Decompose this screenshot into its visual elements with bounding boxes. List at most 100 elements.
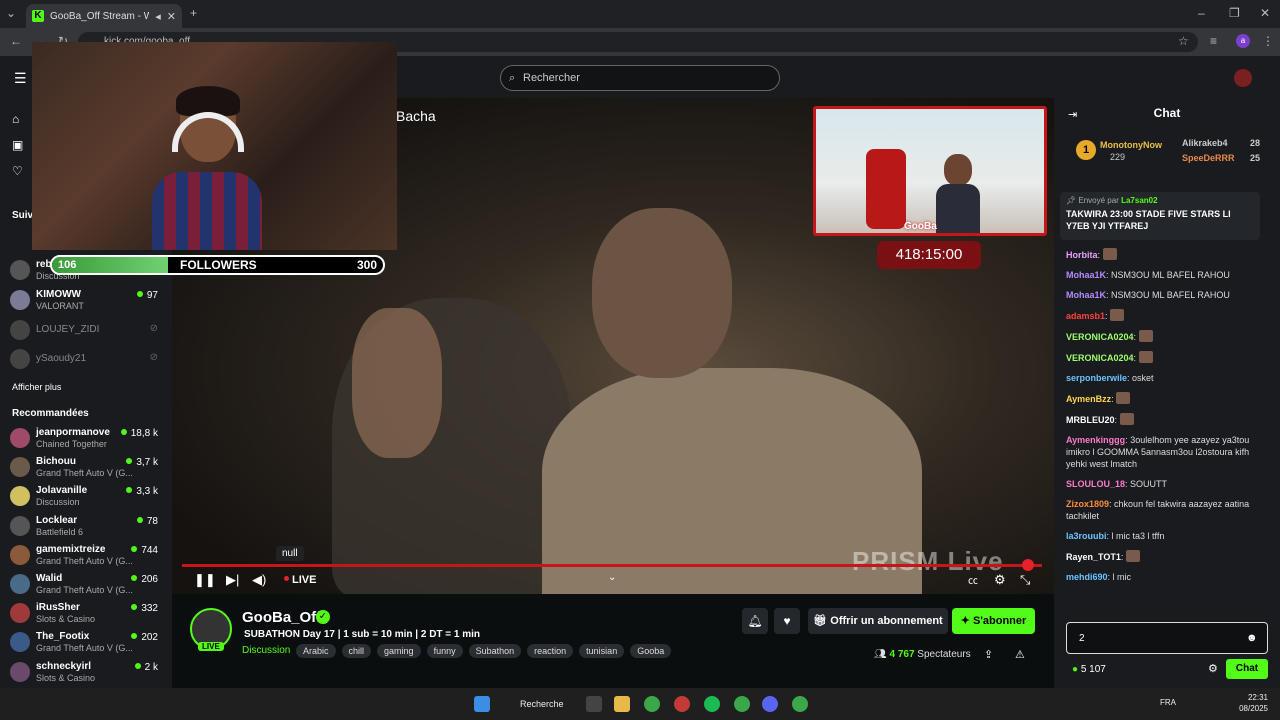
- sidebar-recommended-item[interactable]: The_Footix Grand Theft Auto V (G... 202: [10, 628, 162, 656]
- chat-username[interactable]: Aymenkinggg: [1066, 435, 1125, 445]
- live-indicator[interactable]: LIVE: [284, 574, 316, 586]
- stream-tag[interactable]: reaction: [527, 644, 574, 658]
- taskbar-search[interactable]: Recherche: [504, 694, 574, 714]
- tab-mute-icon[interactable]: ◂: [155, 10, 161, 23]
- volume-icon[interactable]: ◀): [252, 572, 266, 588]
- hamburger-menu-icon[interactable]: ☰: [14, 70, 27, 87]
- progress-handle[interactable]: [1022, 559, 1034, 571]
- chat-settings-gear-icon[interactable]: ⚙: [1208, 662, 1218, 675]
- live-progress-bar[interactable]: [182, 559, 1042, 571]
- notification-bell-icon[interactable]: 🔔︎: [742, 608, 768, 634]
- sidebar-recommended-item[interactable]: gamemixtreize Grand Theft Auto V (G... 744: [10, 541, 162, 569]
- report-warning-icon[interactable]: ⚠: [1015, 648, 1025, 661]
- search-input[interactable]: ⌕ Rechercher: [500, 65, 780, 91]
- sidebar-recommended-item[interactable]: jeanpormanove Chained Together 18,8 k: [10, 424, 162, 452]
- gift-sub-button[interactable]: 🎁︎ Offrir un abonnement: [808, 608, 948, 634]
- home-icon[interactable]: ⌂: [12, 112, 19, 126]
- stream-tag[interactable]: funny: [426, 644, 463, 658]
- channel-name[interactable]: GooBa_Off: [242, 609, 321, 626]
- sidebar-recommended-item[interactable]: Bichouu Grand Theft Auto V (G... 3,7 k: [10, 453, 162, 481]
- chat-username[interactable]: VERONICA0204: [1066, 353, 1134, 363]
- skip-next-icon[interactable]: ▶|: [226, 572, 239, 588]
- browse-icon[interactable]: ▣: [12, 138, 23, 152]
- follow-heart-icon[interactable]: ♥: [774, 608, 800, 634]
- task-view-icon[interactable]: [586, 696, 602, 712]
- pinned-message[interactable]: 📌︎ Envoyé par La7san02 TAKWIRA 23:00 STA…: [1060, 192, 1260, 240]
- window-close-icon[interactable]: ✕: [1260, 6, 1270, 20]
- gaming-chair: [866, 149, 906, 229]
- chat-username[interactable]: la3rouubi: [1066, 531, 1107, 541]
- chat-send-button[interactable]: Chat: [1226, 659, 1268, 679]
- chat-username[interactable]: Mohaa1K: [1066, 270, 1106, 280]
- channel-category: Grand Theft Auto V (G...: [36, 585, 133, 595]
- minimize-icon[interactable]: –: [1198, 6, 1205, 20]
- chat-username[interactable]: Rayen_TOT1: [1066, 552, 1121, 562]
- sidebar-recommended-item[interactable]: Locklear Battlefield 6 78: [10, 512, 162, 540]
- chat-input[interactable]: 2: [1066, 622, 1268, 654]
- chat-username[interactable]: serponberwile: [1066, 373, 1127, 383]
- taskbar-clock[interactable]: 22:31 08/2025: [1239, 692, 1268, 714]
- stream-tag[interactable]: chill: [341, 644, 372, 658]
- browser-tab[interactable]: K GooBa_Off Stream - Watch ◂ ✕: [26, 4, 182, 28]
- chat-username[interactable]: Zizox1809: [1066, 499, 1109, 509]
- emoji-picker-icon[interactable]: ☻: [1246, 632, 1258, 644]
- show-more-link[interactable]: Afficher plus: [12, 382, 61, 392]
- stream-tag[interactable]: Arabic: [296, 644, 336, 658]
- fullscreen-exit-icon[interactable]: ⤡: [1020, 572, 1030, 588]
- chevron-down-icon[interactable]: ⌄: [608, 572, 616, 583]
- user-avatar[interactable]: [1234, 69, 1252, 87]
- stream-tag[interactable]: gaming: [377, 644, 421, 658]
- captions-icon[interactable]: ㏄: [968, 572, 978, 587]
- stream-tag[interactable]: tunisian: [579, 644, 625, 658]
- avatar: [10, 544, 30, 565]
- bookmark-star-icon[interactable]: ☆: [1178, 34, 1189, 48]
- chrome-icon[interactable]: [734, 696, 750, 712]
- chat-username[interactable]: Horbita: [1066, 250, 1098, 260]
- chat-username[interactable]: AymenBzz: [1066, 394, 1111, 404]
- sidebar-item-ysaoudy[interactable]: ySaoudy21 ⊘: [10, 345, 162, 373]
- sidebar-recommended-item[interactable]: Jolavanille Discussion 3,3 k: [10, 482, 162, 510]
- leader-name[interactable]: Alikrakeb4: [1182, 138, 1228, 148]
- sidebar-item-kimoww[interactable]: KIMOWW VALORANT 97: [10, 286, 162, 314]
- prism-watermark: PRISM Live: [852, 546, 1004, 576]
- chat-username[interactable]: VERONICA0204: [1066, 332, 1134, 342]
- sidebar-recommended-item[interactable]: schneckyirl Slots & Casino 2 k: [10, 658, 162, 686]
- leader-name[interactable]: MonotonyNow: [1100, 140, 1162, 150]
- video-overlay-title: Bacha: [396, 108, 436, 124]
- chat-username[interactable]: Mohaa1K: [1066, 290, 1106, 300]
- discord-icon[interactable]: [762, 696, 778, 712]
- chat-username[interactable]: adamsb1: [1066, 311, 1105, 321]
- chat-username[interactable]: SLOULOU_18: [1066, 479, 1125, 489]
- profile-avatar[interactable]: a: [1236, 34, 1250, 48]
- chrome-icon[interactable]: [792, 696, 808, 712]
- settings-gear-icon[interactable]: ⚙: [994, 572, 1006, 588]
- app-icon[interactable]: [674, 696, 690, 712]
- browser-menu-icon[interactable]: ⋮: [1262, 34, 1274, 48]
- windows-start-icon[interactable]: [474, 696, 490, 712]
- maximize-icon[interactable]: ❐: [1229, 6, 1240, 20]
- chat-username[interactable]: MRBLEU20: [1066, 415, 1115, 425]
- pause-icon[interactable]: ❚❚: [194, 572, 216, 588]
- viewer-count: 332: [131, 603, 158, 614]
- tab-close-icon[interactable]: ✕: [167, 10, 176, 23]
- new-tab-icon[interactable]: +: [190, 6, 197, 20]
- stream-tag[interactable]: Subathon: [468, 644, 522, 658]
- stream-tag[interactable]: Gooba: [630, 644, 672, 658]
- category-link[interactable]: Discussion: [242, 645, 290, 656]
- channel-points[interactable]: 5 107: [1072, 664, 1106, 675]
- subscribe-button[interactable]: ✦ S'abonner: [952, 608, 1035, 634]
- chrome-icon[interactable]: [644, 696, 660, 712]
- tab-menu-icon[interactable]: ⌄: [6, 6, 16, 20]
- sidebar-recommended-item[interactable]: iRusSher Slots & Casino 332: [10, 599, 162, 627]
- back-icon[interactable]: ←: [10, 34, 22, 48]
- extensions-icon[interactable]: ≡: [1210, 34, 1217, 48]
- leader-name[interactable]: SpeeDeRRR: [1182, 153, 1235, 163]
- spotify-icon[interactable]: [704, 696, 720, 712]
- sidebar-item-loujey[interactable]: LOUJEY_ZIDI ⊘: [10, 316, 162, 344]
- following-heart-icon[interactable]: ♡: [12, 164, 23, 178]
- share-icon[interactable]: ⇪: [984, 648, 993, 661]
- language-indicator[interactable]: FRA: [1160, 698, 1176, 707]
- chat-username[interactable]: mehdi690: [1066, 572, 1108, 582]
- sidebar-recommended-item[interactable]: Walid Grand Theft Auto V (G... 206: [10, 570, 162, 598]
- file-explorer-icon[interactable]: [614, 696, 630, 712]
